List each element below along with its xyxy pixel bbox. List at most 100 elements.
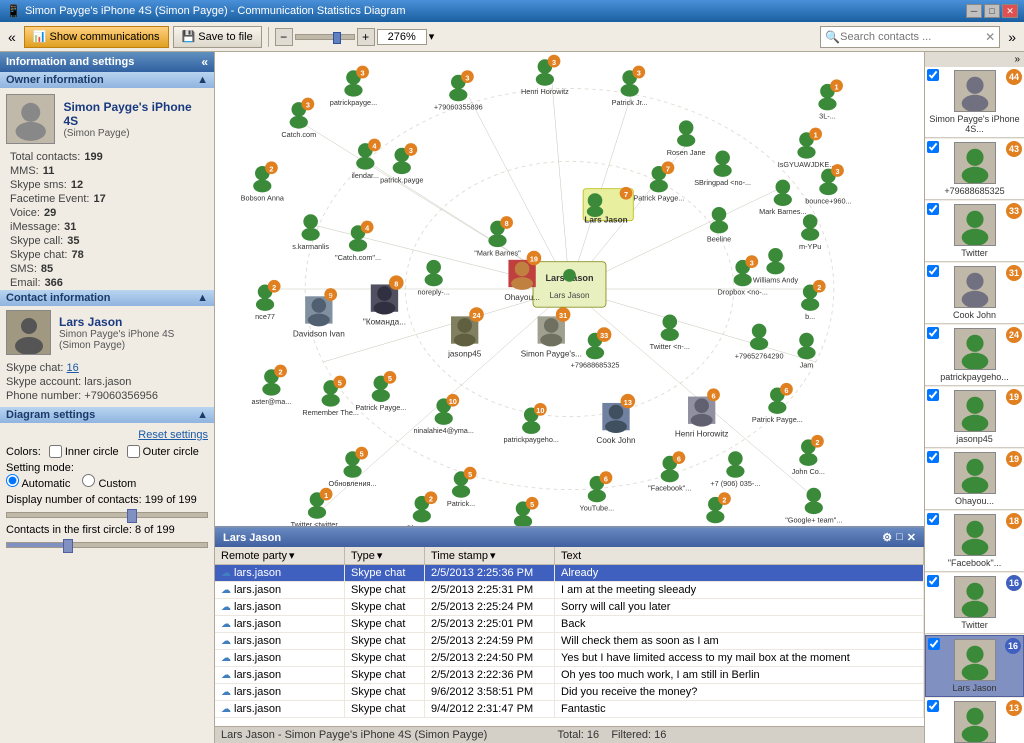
contact-name: Lars Jason: [59, 315, 174, 329]
chat-row[interactable]: ☁ lars.jason Skype chat 2/5/2013 2:24:50…: [215, 650, 924, 667]
chat-row[interactable]: ☁ lars.jason Skype chat 2/5/2013 2:25:24…: [215, 599, 924, 616]
cell-party: ☁ lars.jason: [215, 565, 345, 581]
minimize-chat-icon[interactable]: □: [896, 531, 903, 544]
svg-text:Ohayou...: Ohayou...: [504, 293, 540, 302]
close-button[interactable]: ✕: [1002, 4, 1018, 18]
svg-text:7: 7: [666, 164, 670, 173]
chat-row[interactable]: ☁ lars.jason Skype chat 2/5/2013 2:25:36…: [215, 565, 924, 582]
contact-skype-chat: Skype chat: 16: [6, 361, 208, 375]
contact-checkbox[interactable]: [927, 265, 939, 277]
svg-text:Davidson Ivan: Davidson Ivan: [293, 329, 345, 338]
reset-settings-link[interactable]: Reset settings: [6, 427, 208, 443]
cell-type: Skype chat: [345, 582, 425, 598]
contact-checkbox[interactable]: [927, 700, 939, 712]
contact-checkbox[interactable]: [927, 451, 939, 463]
zoom-in-button[interactable]: +: [357, 28, 375, 46]
svg-text:Ohayou...: Ohayou...: [406, 524, 438, 526]
chat-row[interactable]: ☁ lars.jason Skype chat 2/5/2013 2:25:31…: [215, 582, 924, 599]
chat-row[interactable]: ☁ lars.jason Skype chat 2/5/2013 2:24:59…: [215, 633, 924, 650]
contact-checkbox[interactable]: [927, 327, 939, 339]
contact-checkbox[interactable]: [927, 69, 939, 81]
search-clear-button[interactable]: ✕: [985, 30, 995, 44]
stat-skype-call: Skype call:35: [0, 234, 214, 248]
cell-text: Fantastic: [555, 701, 924, 717]
col-remote-party[interactable]: Remote party▾: [215, 547, 345, 564]
contact-badge: 24: [1006, 327, 1022, 343]
right-contact-card[interactable]: 44 Simon Payge's iPhone 4S...: [925, 67, 1024, 138]
contact-section-header[interactable]: Contact information ▲: [0, 290, 214, 306]
contact-avatar: [954, 204, 996, 246]
right-contact-card[interactable]: 19 Ohayou...: [925, 449, 1024, 510]
contact-checkbox[interactable]: [927, 141, 939, 153]
svg-text:Patrick...: Patrick...: [447, 499, 475, 508]
contact-checkbox[interactable]: [927, 575, 939, 587]
contact-card-name: Cook John: [953, 310, 996, 320]
search-input[interactable]: [840, 31, 985, 43]
contact-checkbox[interactable]: [927, 389, 939, 401]
skype-icon: ☁: [221, 585, 231, 596]
close-chat-icon[interactable]: ✕: [907, 531, 916, 544]
chat-row[interactable]: ☁ lars.jason Skype chat 9/6/2012 3:58:51…: [215, 684, 924, 701]
radio-group: Automatic Custom: [6, 474, 208, 490]
right-contact-card[interactable]: 19 jasonp45: [925, 387, 1024, 448]
right-panel-header[interactable]: »: [925, 52, 1024, 67]
node-jam[interactable]: Jam: [797, 333, 815, 370]
contact-checkbox[interactable]: [927, 513, 939, 525]
svg-text:aster@ma...: aster@ma...: [252, 397, 292, 406]
cell-type: Skype chat: [345, 633, 425, 649]
owner-section-header[interactable]: Owner information ▲: [0, 72, 214, 88]
first-circle-slider[interactable]: [6, 538, 208, 552]
svg-text:6: 6: [711, 391, 715, 400]
right-contact-card[interactable]: 33 Twitter: [925, 201, 1024, 262]
svg-text:24: 24: [472, 311, 481, 320]
contacts-slider[interactable]: [6, 508, 208, 522]
col-type[interactable]: Type▾: [345, 547, 425, 564]
right-contact-card[interactable]: 43 +79688685325: [925, 139, 1024, 200]
cell-type: Skype chat: [345, 650, 425, 666]
cell-party: ☁ lars.jason: [215, 616, 345, 632]
cell-party: ☁ lars.jason: [215, 650, 345, 666]
svg-text:s.karmanlis: s.karmanlis: [292, 242, 329, 251]
right-contact-card[interactable]: 16 Lars Jason: [925, 635, 1024, 697]
contact-checkbox[interactable]: [928, 638, 940, 650]
svg-text:patrick.payge: patrick.payge: [380, 175, 423, 184]
chat-row[interactable]: ☁ lars.jason Skype chat 2/5/2013 2:25:01…: [215, 616, 924, 633]
diagram-section-header[interactable]: Diagram settings ▲: [0, 407, 214, 423]
contact-badge: 43: [1006, 141, 1022, 157]
expand-right-btn[interactable]: »: [1004, 29, 1020, 45]
node-lars[interactable]: 7 Lars Jason: [583, 187, 633, 225]
col-text[interactable]: Text: [555, 547, 924, 564]
right-contact-card[interactable]: 24 patrickpaygeho...: [925, 325, 1024, 386]
right-contact-card[interactable]: 13 update+zrdol1=l...: [925, 698, 1024, 743]
maximize-button[interactable]: □: [984, 4, 1000, 18]
chat-row[interactable]: ☁ lars.jason Skype chat 2/5/2013 2:22:36…: [215, 667, 924, 684]
zoom-out-button[interactable]: −: [275, 28, 293, 46]
col-timestamp[interactable]: Time stamp▾: [425, 547, 555, 564]
svg-text:3: 3: [306, 101, 310, 110]
zoom-slider[interactable]: [295, 34, 355, 40]
svg-text:33: 33: [600, 331, 608, 340]
svg-text:Twitter <twitter...: Twitter <twitter...: [291, 520, 344, 526]
settings-icon[interactable]: ⚙: [882, 531, 892, 544]
chat-row[interactable]: ☁ lars.jason Skype chat 9/4/2012 2:31:47…: [215, 701, 924, 718]
contact-checkbox[interactable]: [927, 203, 939, 215]
skype-icon: ☁: [221, 670, 231, 681]
owner-name: Simon Payge's iPhone 4S: [63, 100, 208, 128]
cell-type: Skype chat: [345, 599, 425, 615]
contact-avatar: [954, 576, 996, 618]
show-communications-button[interactable]: 📊 Show communications: [24, 26, 169, 48]
minimize-button[interactable]: ─: [966, 4, 982, 18]
right-contact-card[interactable]: 16 Twitter: [925, 573, 1024, 634]
cell-timestamp: 9/6/2012 3:58:51 PM: [425, 684, 555, 700]
expand-left-btn[interactable]: «: [4, 29, 20, 45]
right-contact-card[interactable]: 31 Cook John: [925, 263, 1024, 324]
collapse-button[interactable]: «: [201, 55, 208, 69]
diagram-canvas[interactable]: Lars Jason Lars Jason 3 Catch.com: [215, 52, 924, 526]
contact-header: Lars Jason Simon Payge's iPhone 4S (Simo…: [6, 310, 208, 361]
svg-text:Jam: Jam: [800, 360, 814, 369]
right-contact-card[interactable]: 18 "Facebook"...: [925, 511, 1024, 572]
save-to-file-button[interactable]: 💾 Save to file: [173, 26, 262, 48]
zoom-slider-thumb[interactable]: [333, 32, 341, 44]
chat-rows: ☁ lars.jason Skype chat 2/5/2013 2:25:36…: [215, 565, 924, 726]
zoom-value[interactable]: 276%: [377, 29, 427, 45]
